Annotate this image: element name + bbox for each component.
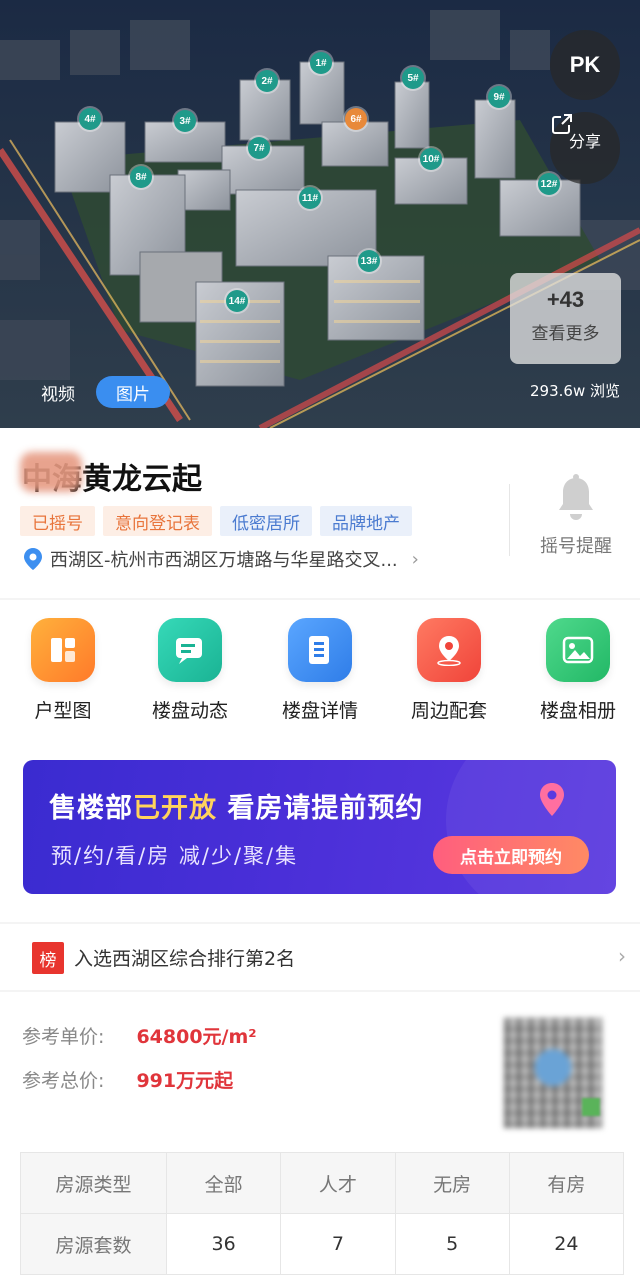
- document-icon: [288, 618, 352, 682]
- project-info: 中海黄龙云起 已摇号 意向登记表 低密居所 品牌地产 西湖区-杭州市西湖区万塘路…: [0, 428, 640, 598]
- project-address[interactable]: 西湖区-杭州市西湖区万塘路与华星路交叉... ›: [24, 546, 419, 572]
- quick-nav-label: 楼盘相册: [539, 700, 616, 722]
- tag-brand-developer: 品牌地产: [320, 506, 412, 536]
- table-header-cell: 房源类型: [20, 1152, 167, 1214]
- ranking-row[interactable]: 榜 入选西湖区综合排行第2名 ›: [0, 924, 640, 990]
- total-price-label: 参考总价:: [22, 1070, 105, 1092]
- building-marker[interactable]: 14#: [226, 290, 248, 312]
- view-count: 293.6w 浏览: [530, 382, 620, 400]
- building-marker[interactable]: 4#: [79, 108, 101, 130]
- table-header-cell: 无房: [394, 1152, 510, 1214]
- table-row-label: 房源套数: [20, 1213, 167, 1275]
- project-hero-image[interactable]: 1# 2# 3# 4# 5# 6# 7# 8# 9# 10# 11# 12# 1…: [0, 0, 640, 428]
- table-cell: 7: [280, 1213, 396, 1275]
- photo-album-icon: [546, 618, 610, 682]
- quick-nav-album[interactable]: 楼盘相册: [523, 618, 633, 723]
- chevron-right-icon: ›: [618, 944, 626, 968]
- chevron-right-icon: ›: [411, 548, 419, 570]
- pk-compare-button[interactable]: PK: [550, 30, 620, 100]
- building-marker[interactable]: 7#: [248, 137, 270, 159]
- floorplan-icon: [31, 618, 95, 682]
- quick-nav-label: 楼盘详情: [281, 700, 358, 722]
- building-marker[interactable]: 1#: [310, 52, 332, 74]
- location-pin-icon: [540, 783, 564, 816]
- quick-nav-floorplan[interactable]: 户型图: [8, 618, 118, 723]
- housing-source-table: 房源类型 全部 人才 无房 有房 房源套数 36 7 5 24: [20, 1152, 625, 1275]
- unit-price-label: 参考单价:: [22, 1026, 105, 1048]
- rank-text: 入选西湖区综合排行第2名: [74, 948, 296, 970]
- project-tags: 已摇号 意向登记表 低密居所 品牌地产: [20, 506, 412, 536]
- quick-nav-surroundings[interactable]: 周边配套: [394, 618, 504, 723]
- quick-nav-label: 周边配套: [410, 700, 487, 722]
- book-visit-button[interactable]: 点击立即预约: [433, 836, 589, 874]
- tab-photo[interactable]: 图片: [96, 376, 170, 408]
- building-marker[interactable]: 12#: [538, 173, 560, 195]
- building-marker[interactable]: 6#: [345, 108, 367, 130]
- tag-lottery-done[interactable]: 已摇号: [20, 506, 95, 536]
- table-header-cell: 人才: [280, 1152, 396, 1214]
- remind-label: 摇号提醒: [540, 536, 612, 557]
- tag-intent-registration[interactable]: 意向登记表: [103, 506, 212, 536]
- share-button[interactable]: 分享: [550, 112, 620, 184]
- lottery-reminder-button[interactable]: 摇号提醒: [526, 474, 626, 558]
- price-section: 参考单价: 64800元/m² 参考总价: 991万元起 房源类型 全部 人才 …: [0, 992, 640, 1275]
- location-pin-icon: [24, 548, 42, 570]
- share-icon: [552, 114, 572, 134]
- table-cell: 24: [508, 1213, 625, 1275]
- unit-price-value: 64800元/m²: [136, 1026, 257, 1048]
- more-count: +43: [546, 287, 585, 312]
- unit-price-row: 参考单价: 64800元/m²: [22, 1022, 257, 1049]
- quick-nav-label: 楼盘动态: [151, 700, 228, 722]
- building-marker[interactable]: 9#: [488, 86, 510, 108]
- address-text: 西湖区-杭州市西湖区万塘路与华星路交叉...: [50, 550, 398, 571]
- building-marker[interactable]: 11#: [299, 187, 321, 209]
- building-marker[interactable]: 13#: [358, 250, 380, 272]
- location-pin-icon: [417, 618, 481, 682]
- table-header-row: 房源类型 全部 人才 无房 有房: [20, 1152, 625, 1214]
- bell-icon: [559, 474, 593, 520]
- building-marker[interactable]: 8#: [130, 166, 152, 188]
- table-row: 房源套数 36 7 5 24: [20, 1213, 625, 1275]
- banner-subline: 预/约/看/房 减/少/聚/集: [51, 844, 299, 868]
- tab-video[interactable]: 视频: [26, 376, 90, 408]
- total-price-value: 991万元起: [136, 1070, 234, 1092]
- total-price-row: 参考总价: 991万元起: [22, 1066, 233, 1093]
- banner-headline: 售楼部已开放 看房请提前预约: [49, 793, 424, 824]
- quick-nav-label: 户型图: [34, 700, 92, 722]
- table-cell: 5: [394, 1213, 510, 1275]
- more-label: 查看更多: [531, 324, 600, 344]
- table-cell: 36: [165, 1213, 282, 1275]
- quick-nav: 户型图 楼盘动态 楼盘详情 周边配套 楼盘相册: [0, 600, 640, 760]
- sales-office-banner[interactable]: 售楼部已开放 看房请提前预约 预/约/看/房 减/少/聚/集 点击立即预约: [23, 760, 616, 894]
- banner-section: 售楼部已开放 看房请提前预约 预/约/看/房 减/少/聚/集 点击立即预约: [0, 760, 640, 922]
- redaction-blur: [20, 452, 82, 492]
- quick-nav-details[interactable]: 楼盘详情: [265, 618, 375, 723]
- chat-news-icon: [158, 618, 222, 682]
- table-header-cell: 全部: [165, 1152, 282, 1214]
- building-marker[interactable]: 10#: [420, 148, 442, 170]
- table-header-cell: 有房: [508, 1152, 625, 1214]
- rank-badge: 榜: [32, 942, 64, 974]
- qr-code-image[interactable]: [496, 1010, 610, 1136]
- tag-low-density: 低密居所: [220, 506, 312, 536]
- quick-nav-news[interactable]: 楼盘动态: [135, 618, 245, 723]
- view-more-photos-button[interactable]: +43 查看更多: [510, 273, 621, 364]
- building-marker[interactable]: 2#: [256, 70, 278, 92]
- divider: [509, 484, 510, 556]
- building-marker[interactable]: 3#: [174, 110, 196, 132]
- building-marker[interactable]: 5#: [402, 67, 424, 89]
